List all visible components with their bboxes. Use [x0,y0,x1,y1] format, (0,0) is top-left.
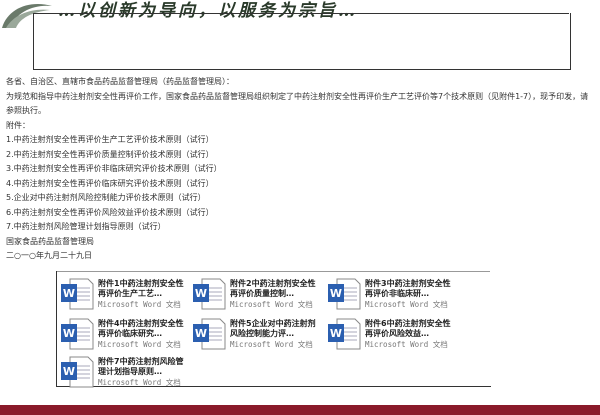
svg-text:W: W [330,287,342,300]
file-name: 附件2中药注射剂安全性再评价质量控制… [230,279,316,298]
word-document-icon: W [61,356,94,388]
file-name: 附件3中药注射剂安全性再评价非临床研… [365,279,451,298]
letter-content: 各省、自治区、直辖市食品药品监督管理局（药品监督管理局）： 为规范和指导中药注射… [6,75,596,264]
attachment-item: 2.中药注射剂安全性再评价质量控制评价技术原则（试行） [6,149,214,159]
file-type: Microsoft Word 文档 [98,340,181,349]
svg-text:W: W [63,327,75,340]
file-attachment-2[interactable]: W 附件2中药注射剂安全性再评价质量控制… Microsoft Word 文档 [192,278,322,312]
attachment-item: 5.企业对中药注射剂风险控制能力评价技术原则（试行） [6,193,206,202]
file-type: Microsoft Word 文档 [98,378,181,387]
file-attachment-4[interactable]: W 附件4中药注射剂安全性再评价临床研究… Microsoft Word 文档 [60,318,190,352]
footer-bar [0,405,600,415]
file-attachment-3[interactable]: W 附件3中药注射剂安全性再评价非临床研… Microsoft Word 文档 [327,278,457,312]
file-name: 附件6中药注射剂安全性再评价风险效益… [365,319,451,338]
file-type: Microsoft Word 文档 [230,340,313,349]
file-attachment-7[interactable]: W 附件7中药注射剂风险管理计划指导原则… Microsoft Word 文档 [60,356,190,390]
svg-text:W: W [63,287,75,300]
body-paragraph: 为规范和指导中药注射剂安全性再评价工作，国家食品药品监督管理局组织制定了中药注射… [6,91,589,116]
file-name: 附件4中药注射剂安全性再评价临床研究… [98,319,184,338]
word-document-icon: W [193,318,226,350]
file-type: Microsoft Word 文档 [365,340,448,349]
attachment-item: 1.中药注射剂安全性再评价生产工艺评价技术原则（试行） [6,135,214,144]
file-type: Microsoft Word 文档 [365,300,448,309]
attachment-item: 7.中药注射剂风险管理计划指导原则（试行） [6,222,166,231]
file-name: 附件1中药注射剂安全性再评价生产工艺… [98,279,184,298]
svg-text:W: W [63,365,75,378]
file-name: 附件7中药注射剂风险管理计划指导原则… [98,357,184,376]
file-attachment-6[interactable]: W 附件6中药注射剂安全性再评价风险效益… Microsoft Word 文档 [327,318,457,352]
file-attachment-1[interactable]: W 附件1中药注射剂安全性再评价生产工艺… Microsoft Word 文档 [60,278,190,312]
attachments-label: 附件： [6,120,30,130]
file-type: Microsoft Word 文档 [98,300,181,309]
file-name: 附件5企业对中药注射剂风险控制能力评… [230,319,316,338]
attachment-item: 4.中药注射剂安全性再评价临床研究评价技术原则（试行） [6,178,214,188]
svg-text:W: W [195,287,207,300]
svg-text:W: W [195,327,207,340]
signature: 国家食品药品监督管理局 [6,236,94,246]
issue-date: 二○一○年九月二十九日 [6,251,92,260]
word-document-icon: W [328,318,361,350]
file-attachment-5[interactable]: W 附件5企业对中药注射剂风险控制能力评… Microsoft Word 文档 [192,318,322,352]
word-document-icon: W [328,278,361,310]
word-document-icon: W [61,278,94,310]
word-document-icon: W [193,278,226,310]
word-document-icon: W [61,318,94,350]
file-type: Microsoft Word 文档 [230,300,313,309]
attachment-item: 6.中药注射剂安全性再评价风险效益评价技术原则（试行） [6,207,214,217]
recipient-line: 各省、自治区、直辖市食品药品监督管理局（药品监督管理局）： [6,77,234,86]
attachment-item: 3.中药注射剂安全性再评价非临床研究评价技术原则（试行） [6,164,222,173]
svg-text:W: W [330,327,342,340]
header-frame [33,13,571,70]
